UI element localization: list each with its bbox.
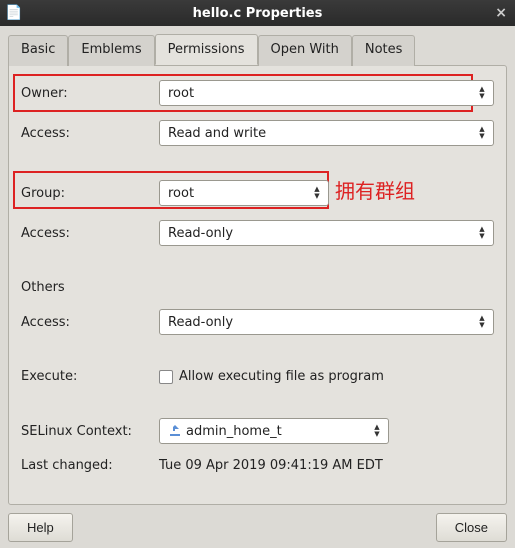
- tab-notes[interactable]: Notes: [352, 35, 416, 66]
- window-body: Basic Emblems Permissions Open With Note…: [0, 26, 515, 548]
- button-row: Help Close: [8, 513, 507, 542]
- others-heading: Others: [21, 280, 494, 295]
- titlebar: 📄 hello.c Properties ×: [0, 0, 515, 26]
- owner-combo[interactable]: root ▲▼: [159, 80, 494, 106]
- tab-emblems[interactable]: Emblems: [68, 35, 154, 66]
- close-icon[interactable]: ×: [495, 5, 507, 21]
- tab-basic[interactable]: Basic: [8, 35, 68, 66]
- selinux-label: SELinux Context:: [21, 424, 151, 439]
- properties-window: 📄 hello.c Properties × Basic Emblems Per…: [0, 0, 515, 548]
- owner-access-label: Access:: [21, 126, 151, 141]
- help-button[interactable]: Help: [8, 513, 73, 542]
- others-access-label: Access:: [21, 315, 151, 330]
- chevron-updown-icon: ▲▼: [475, 312, 489, 332]
- group-access-combo[interactable]: Read-only ▲▼: [159, 220, 494, 246]
- group-value: root: [168, 186, 194, 201]
- chevron-updown-icon: ▲▼: [475, 123, 489, 143]
- execute-row: Allow executing file as program: [159, 369, 494, 384]
- group-access-label: Access:: [21, 226, 151, 241]
- selinux-combo[interactable]: admin_home_t ▲▼: [159, 418, 389, 444]
- execute-label: Execute:: [21, 369, 151, 384]
- tab-bar: Basic Emblems Permissions Open With Note…: [8, 34, 507, 65]
- owner-label: Owner:: [21, 86, 151, 101]
- owner-access-value: Read and write: [168, 126, 266, 141]
- chevron-updown-icon: ▲▼: [370, 421, 384, 441]
- owner-access-combo[interactable]: Read and write ▲▼: [159, 120, 494, 146]
- last-changed-value: Tue 09 Apr 2019 09:41:19 AM EDT: [159, 458, 494, 473]
- tab-panel-permissions: 拥有者 拥有群组 Owner: root ▲▼ Access: Read and…: [8, 65, 507, 505]
- tab-permissions[interactable]: Permissions: [155, 34, 258, 65]
- last-changed-label: Last changed:: [21, 458, 151, 473]
- chevron-updown-icon: ▲▼: [475, 223, 489, 243]
- window-title: hello.c Properties: [193, 6, 323, 21]
- others-access-combo[interactable]: Read-only ▲▼: [159, 309, 494, 335]
- selinux-icon: [168, 424, 182, 438]
- file-icon: 📄: [6, 5, 22, 21]
- execute-checkbox[interactable]: [159, 370, 173, 384]
- others-access-value: Read-only: [168, 315, 233, 330]
- group-access-value: Read-only: [168, 226, 233, 241]
- group-label: Group:: [21, 186, 151, 201]
- execute-checkbox-label: Allow executing file as program: [179, 369, 384, 384]
- chevron-updown-icon: ▲▼: [310, 183, 324, 203]
- chevron-updown-icon: ▲▼: [475, 83, 489, 103]
- group-combo[interactable]: root ▲▼: [159, 180, 329, 206]
- selinux-value: admin_home_t: [186, 424, 282, 439]
- close-button[interactable]: Close: [436, 513, 507, 542]
- permissions-form: Owner: root ▲▼ Access: Read and write ▲▼…: [21, 80, 494, 473]
- owner-value: root: [168, 86, 194, 101]
- tab-open-with[interactable]: Open With: [258, 35, 352, 66]
